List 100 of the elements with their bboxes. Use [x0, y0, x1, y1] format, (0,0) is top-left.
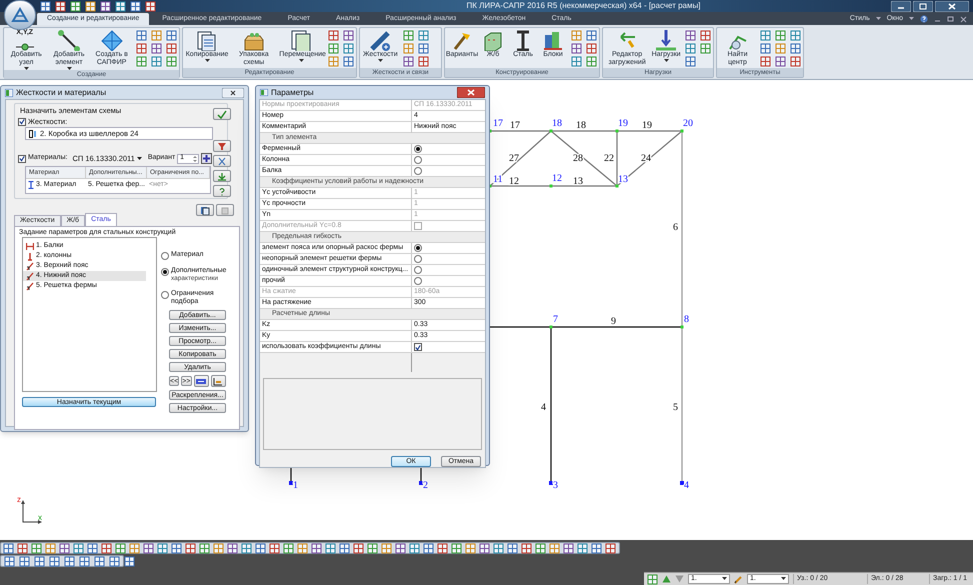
- grid-icon[interactable]: [269, 542, 280, 554]
- node-marker: [616, 184, 618, 188]
- pencil-icon[interactable]: [734, 574, 743, 584]
- node-number: 7: [553, 314, 558, 325]
- radio-button[interactable]: [414, 167, 422, 175]
- member-line: [420, 466, 422, 483]
- grid-icon[interactable]: [700, 30, 711, 41]
- close-icon[interactable]: [935, 0, 969, 12]
- i-beam-icon: [28, 181, 34, 189]
- grid-icon[interactable]: [17, 542, 28, 554]
- grid-icon[interactable]: [343, 30, 354, 41]
- column-icon: [26, 252, 34, 260]
- grid-icon[interactable]: [437, 542, 448, 554]
- app-logo-icon: [10, 6, 30, 24]
- radio-button[interactable]: [414, 277, 422, 285]
- caret-icon: [664, 59, 669, 62]
- filter-icon: [217, 142, 227, 150]
- grid-icon[interactable]: [101, 542, 112, 554]
- window-title: Жесткости и материалы: [16, 86, 108, 98]
- grid-icon[interactable]: [685, 30, 696, 41]
- grid-icon[interactable]: [185, 542, 196, 554]
- grid-icon[interactable]: [40, 0, 51, 12]
- checkbox[interactable]: [18, 118, 26, 126]
- tool-icon: [368, 29, 392, 51]
- grid-icon[interactable]: [70, 0, 81, 12]
- caret-icon[interactable]: [909, 17, 914, 21]
- caret-icon[interactable]: [876, 17, 881, 21]
- icon-button[interactable]: [194, 375, 209, 387]
- grid-icon[interactable]: [760, 56, 771, 67]
- restore-icon[interactable]: [947, 15, 954, 23]
- grid-icon[interactable]: [166, 43, 178, 54]
- radio-button[interactable]: [161, 291, 169, 299]
- grid-icon[interactable]: [115, 0, 126, 12]
- checkbox[interactable]: [414, 343, 422, 351]
- radio-button[interactable]: [161, 268, 169, 276]
- member-line: [290, 466, 292, 483]
- grid-icon[interactable]: [145, 0, 156, 12]
- grid-icon[interactable]: [586, 43, 597, 54]
- grid-icon[interactable]: [227, 542, 238, 554]
- caret-icon: [204, 59, 210, 62]
- node-marker: [550, 184, 552, 188]
- grid-icon[interactable]: [479, 542, 490, 554]
- node-number: 3: [553, 480, 558, 491]
- radio-button[interactable]: [414, 145, 422, 153]
- grid-icon[interactable]: [395, 542, 406, 554]
- spin-arrows-icon: [192, 154, 198, 163]
- grid-icon[interactable]: [571, 43, 582, 54]
- grid-icon[interactable]: [563, 542, 574, 554]
- help-icon[interactable]: [920, 14, 928, 24]
- up-triangle-icon[interactable]: [662, 575, 671, 583]
- add-button[interactable]: [201, 153, 212, 164]
- square-icon: [220, 206, 230, 214]
- chart-icon: [213, 376, 224, 386]
- node-number: 18: [552, 118, 562, 129]
- grid-icon[interactable]: [130, 0, 141, 12]
- close-icon[interactable]: [222, 88, 244, 98]
- element-number: 5: [673, 402, 678, 413]
- grid-icon[interactable]: [605, 542, 616, 554]
- element-number: 4: [541, 402, 546, 413]
- grid-icon[interactable]: [136, 43, 148, 54]
- radio-button[interactable]: [414, 255, 422, 263]
- grid-icon[interactable]: [143, 542, 154, 554]
- icon-button[interactable]: [210, 375, 226, 387]
- radio-button[interactable]: [414, 156, 422, 164]
- grid-icon[interactable]: [775, 56, 786, 67]
- down-arrow-icon: [217, 172, 227, 180]
- grid-icon[interactable]: [55, 0, 66, 12]
- grid-icon[interactable]: [59, 542, 70, 554]
- node-number: 19: [618, 118, 628, 129]
- grid-icon[interactable]: [328, 30, 339, 41]
- grid-icon[interactable]: [521, 542, 532, 554]
- radio-button[interactable]: [414, 244, 422, 252]
- element-number: 18: [576, 120, 586, 131]
- grid-icon[interactable]: [151, 43, 162, 54]
- cross-icon: [217, 156, 227, 166]
- radio-button[interactable]: [161, 252, 169, 260]
- grid-icon[interactable]: [790, 56, 801, 67]
- element-number: 22: [604, 153, 614, 164]
- grid-icon[interactable]: [418, 56, 429, 67]
- grid-icon[interactable]: [124, 556, 135, 566]
- maximize-icon[interactable]: [913, 0, 933, 12]
- caret-icon: [722, 577, 727, 581]
- element-number: 13: [573, 176, 583, 187]
- grid-icon[interactable]: [311, 542, 322, 554]
- radio-button[interactable]: [414, 266, 422, 274]
- axis-label: x: [38, 514, 42, 522]
- grid-icon[interactable]: [353, 542, 364, 554]
- help-icon: [217, 186, 227, 196]
- beam-icon: [26, 242, 34, 250]
- icon-button[interactable]: [196, 204, 214, 216]
- node-number: 17: [493, 118, 503, 129]
- minimize-icon[interactable]: [891, 0, 911, 12]
- grid-icon[interactable]: [402, 56, 414, 67]
- checkbox[interactable]: [18, 154, 26, 163]
- copy-icon: [200, 206, 210, 214]
- node-number: 1: [293, 480, 298, 491]
- grid-icon[interactable]: [85, 0, 96, 12]
- tool-icon: [57, 29, 81, 51]
- close-icon[interactable]: [457, 87, 485, 98]
- grid-icon[interactable]: [100, 0, 111, 12]
